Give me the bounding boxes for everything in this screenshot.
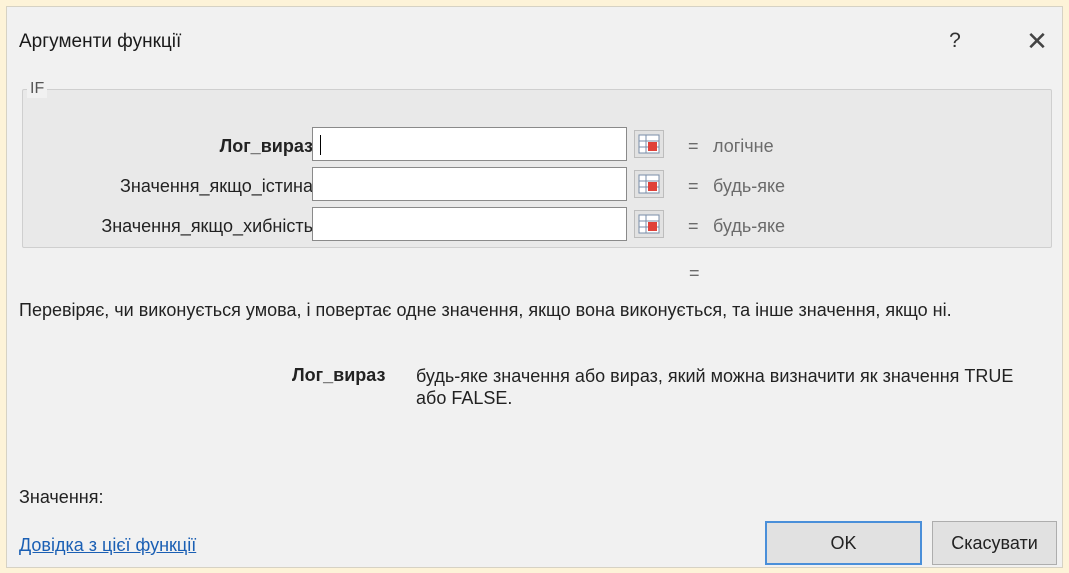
value-if-false-input[interactable] [312, 207, 627, 241]
formula-value-label: Значення: [19, 487, 104, 507]
argument-result: будь-яке [713, 176, 786, 196]
function-arguments-dialog: Аргументи функції ? ✕ IF Лог_вираз = лог… [6, 6, 1063, 568]
argument-label: Лог_вираз [219, 136, 313, 156]
equals-sign: = [688, 216, 699, 236]
argument-label: Значення_якщо_істина [120, 176, 313, 196]
cancel-button[interactable]: Скасувати [932, 521, 1057, 565]
function-description: Перевіряє, чи виконується умова, і повер… [19, 300, 952, 320]
argument-result: логічне [713, 136, 774, 156]
argument-row-value-if-false: Значення_якщо_хибність = будь-яке [23, 207, 1053, 245]
argument-row-value-if-true: Значення_якщо_істина = будь-яке [23, 167, 1053, 205]
text-caret [320, 135, 321, 155]
collapse-dialog-icon[interactable] [634, 210, 664, 238]
argument-help-text: будь-яке значення або вираз, який можна … [416, 366, 1014, 408]
argument-row-logical-test: Лог_вираз = логічне [23, 127, 1053, 165]
logical-test-input[interactable] [312, 127, 627, 161]
dialog-titlebar: Аргументи функції ? ✕ [7, 7, 1062, 67]
value-if-true-input[interactable] [312, 167, 627, 201]
collapse-dialog-icon[interactable] [634, 130, 664, 158]
equals-sign: = [688, 136, 699, 156]
help-button[interactable]: ? [937, 23, 973, 59]
equals-sign: = [688, 176, 699, 196]
argument-label: Значення_якщо_хибність [101, 216, 313, 236]
formula-result-equals: = [689, 263, 700, 283]
function-help-link[interactable]: Довідка з цієї функції [19, 535, 196, 556]
argument-result: будь-яке [713, 216, 786, 236]
ok-button[interactable]: OK [765, 521, 922, 565]
argument-help-name: Лог_вираз [292, 365, 386, 385]
function-name: IF [27, 80, 48, 98]
function-arguments-group: IF Лог_вираз = логічне Значення_якщо_іст… [22, 80, 1053, 248]
collapse-dialog-icon[interactable] [634, 170, 664, 198]
dialog-title: Аргументи функції [19, 31, 182, 52]
close-button[interactable]: ✕ [1019, 23, 1055, 59]
